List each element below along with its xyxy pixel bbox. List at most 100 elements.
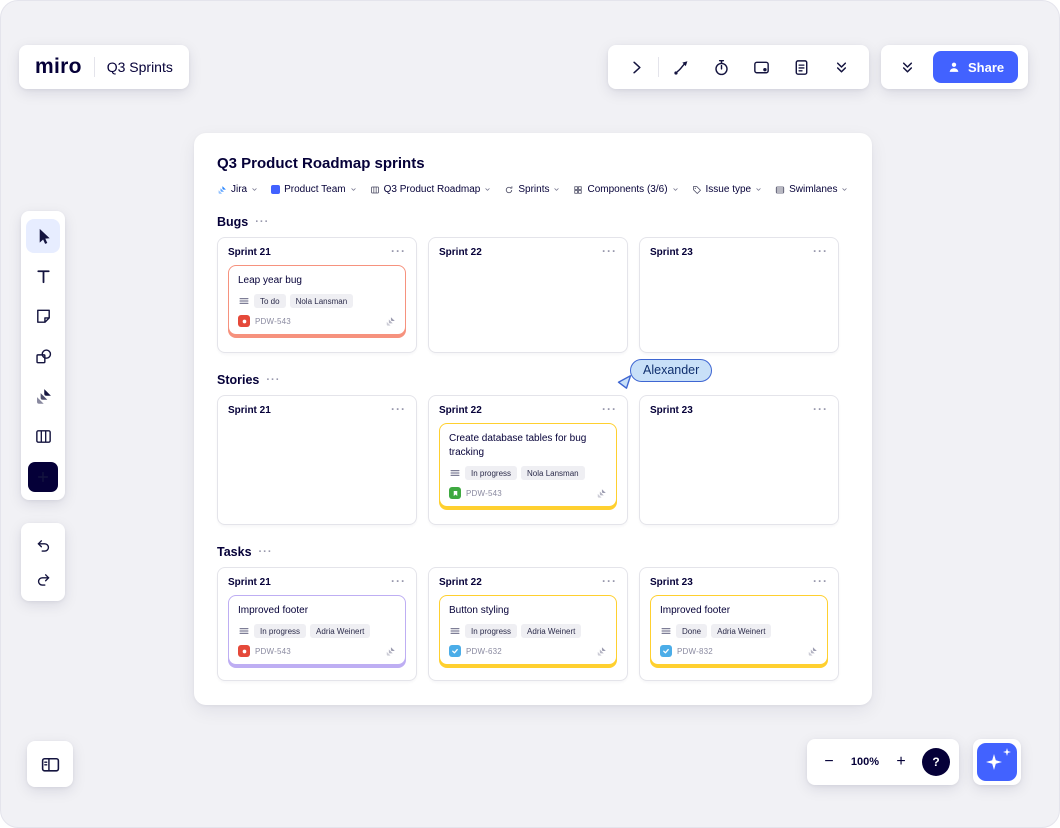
lane-name: Stories — [217, 373, 260, 387]
filter-components[interactable]: Components (3/6) — [573, 184, 678, 195]
lane-header-tasks: Tasks ··· — [217, 545, 854, 559]
column-title: Sprint 23 — [650, 405, 693, 416]
issue-key: PDW-543 — [466, 488, 502, 498]
card-title: Button styling — [449, 605, 510, 616]
connector-pen-icon[interactable] — [663, 49, 699, 85]
assignee-chip: Nola Lansman — [289, 294, 354, 308]
sprint-column: Sprint 21 ··· — [217, 395, 417, 525]
lane-menu-button[interactable]: ··· — [255, 216, 269, 228]
zoom-level[interactable]: 100% — [847, 756, 883, 768]
board-header-card: miro Q3 Sprints — [19, 45, 189, 89]
board-name[interactable]: Q3 Sprints — [107, 59, 173, 75]
lane-menu-button[interactable]: ··· — [259, 546, 273, 558]
zoom-in-button[interactable]: + — [888, 749, 914, 775]
frames-panel-button[interactable] — [27, 741, 73, 787]
sprint-column: Sprint 23 ··· — [639, 237, 839, 353]
components-grid-icon — [573, 185, 583, 195]
filter-project[interactable]: Q3 Product Roadmap — [370, 184, 492, 195]
jira-card[interactable]: Leap year bug To do Nola Lansman PDW-543 — [228, 265, 406, 335]
filter-label: Jira — [231, 184, 248, 195]
sprint-column: Sprint 23 ··· — [639, 395, 839, 525]
sprint-column: Sprint 21 ··· Leap year bug To do Nola L… — [217, 237, 417, 353]
task-type-icon — [660, 645, 672, 657]
share-label: Share — [968, 59, 1005, 75]
filter-team[interactable]: Product Team — [271, 184, 357, 195]
jira-card[interactable]: Improved footer Done Adria Weinert PDW-8… — [650, 595, 828, 665]
miro-canvas[interactable]: miro Q3 Sprints Share Q3 Product Roadmap… — [0, 0, 1060, 828]
bug-type-icon — [238, 645, 250, 657]
column-menu-button[interactable]: ··· — [391, 575, 406, 587]
ai-assist-card — [973, 739, 1021, 785]
filter-label: Components (3/6) — [587, 184, 668, 195]
expand-toolbar-button[interactable] — [618, 49, 654, 85]
jira-planner-widget: Q3 Product Roadmap sprints Jira Product … — [194, 133, 872, 705]
status-chip: In progress — [254, 624, 307, 638]
filter-label: Issue type — [705, 184, 752, 195]
ai-assist-button[interactable] — [977, 743, 1017, 781]
collapse-toolbar-icon[interactable] — [823, 49, 859, 85]
sprint-column: Sprint 22 ··· Button styling In progress… — [428, 567, 628, 681]
status-lines-icon — [449, 467, 461, 479]
issue-key: PDW-543 — [255, 316, 291, 326]
frame-icon[interactable] — [743, 49, 779, 85]
timer-icon[interactable] — [703, 49, 739, 85]
share-button[interactable]: Share — [933, 51, 1019, 83]
column-title: Sprint 21 — [228, 577, 271, 588]
team-avatar-icon — [271, 185, 281, 194]
redo-button[interactable] — [26, 564, 60, 594]
status-chip: To do — [254, 294, 286, 308]
undo-button[interactable] — [26, 530, 60, 560]
jira-card[interactable]: Improved footer In progress Adria Weiner… — [228, 595, 406, 665]
issue-tag-icon — [692, 185, 702, 195]
filter-issue-type[interactable]: Issue type — [692, 184, 763, 195]
share-person-icon — [947, 60, 961, 74]
column-menu-button[interactable]: ··· — [391, 403, 406, 415]
column-menu-button[interactable]: ··· — [813, 403, 828, 415]
divider — [658, 57, 659, 77]
filter-swimlanes[interactable]: Swimlanes — [775, 184, 848, 195]
filter-label: Q3 Product Roadmap — [383, 184, 481, 195]
select-tool[interactable] — [26, 219, 60, 253]
card-title: Create database tables for bug tracking — [449, 433, 587, 458]
jira-icon — [596, 646, 607, 657]
story-type-icon — [449, 487, 461, 499]
chevron-down-icon — [672, 186, 679, 193]
filter-jira[interactable]: Jira — [217, 184, 258, 195]
text-tool[interactable] — [26, 259, 60, 293]
card-title: Improved footer — [238, 605, 309, 616]
column-title: Sprint 22 — [439, 577, 482, 588]
column-menu-button[interactable]: ··· — [813, 245, 828, 257]
help-button[interactable]: ? — [922, 748, 950, 776]
status-lines-icon — [449, 625, 461, 637]
bug-type-icon — [238, 315, 250, 327]
column-menu-button[interactable]: ··· — [602, 575, 617, 587]
column-menu-button[interactable]: ··· — [602, 245, 617, 257]
miro-logo[interactable]: miro — [35, 55, 82, 79]
lane-menu-button[interactable]: ··· — [266, 374, 280, 386]
sticky-note-tool[interactable] — [26, 299, 60, 333]
assignee-chip: Adria Weinert — [711, 624, 772, 638]
zoom-out-button[interactable]: − — [816, 749, 842, 775]
swimlane-rows-icon — [775, 185, 785, 195]
jira-tool[interactable] — [26, 379, 60, 413]
status-chip: Done — [676, 624, 708, 638]
column-menu-button[interactable]: ··· — [391, 245, 406, 257]
task-type-icon — [449, 645, 461, 657]
jira-card[interactable]: Create database tables for bug tracking … — [439, 423, 617, 507]
issue-key: PDW-832 — [677, 646, 713, 656]
column-menu-button[interactable]: ··· — [602, 403, 617, 415]
issue-key: PDW-632 — [466, 646, 502, 656]
filter-sprints[interactable]: Sprints — [504, 184, 560, 195]
add-more-tools-button[interactable] — [28, 462, 58, 492]
column-title: Sprint 21 — [228, 247, 271, 258]
column-menu-button[interactable]: ··· — [813, 575, 828, 587]
collaborator-pointer-icon — [617, 375, 632, 389]
lane-tasks-columns: Sprint 21 ··· Improved footer In progres… — [217, 567, 854, 681]
frames-tool[interactable] — [26, 419, 60, 453]
double-chevron-down-icon[interactable] — [889, 49, 925, 85]
zoom-toolbar: − 100% + ? — [807, 739, 959, 785]
jira-card[interactable]: Button styling In progress Adria Weinert… — [439, 595, 617, 665]
sparkle-small-icon — [1003, 748, 1011, 756]
notes-icon[interactable] — [783, 49, 819, 85]
shapes-tool[interactable] — [26, 339, 60, 373]
